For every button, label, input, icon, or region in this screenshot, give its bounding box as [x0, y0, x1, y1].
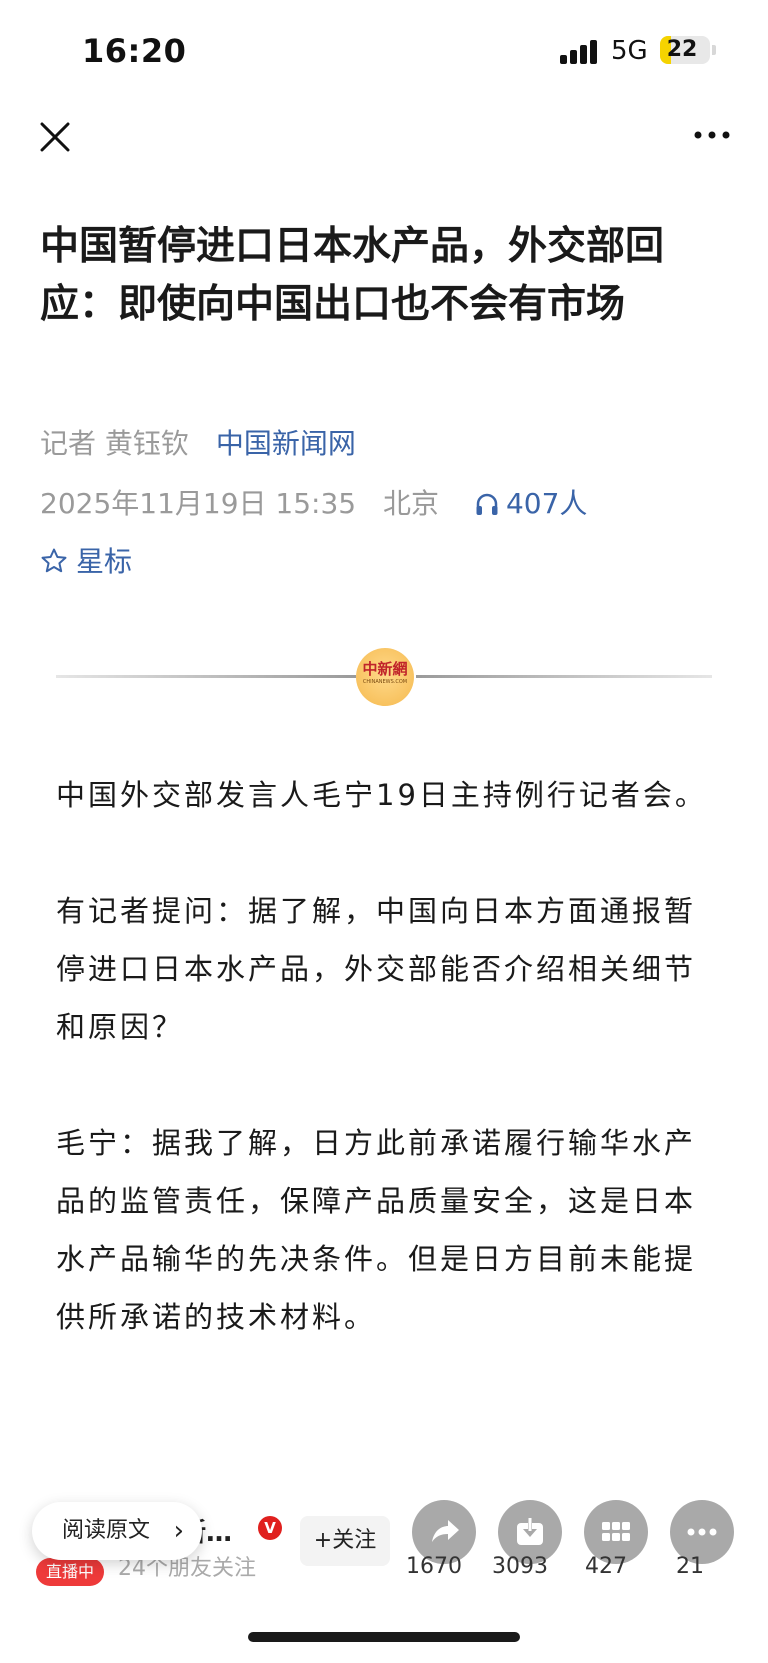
publish-info: 2025年11月19日 15:35 北京 407人: [40, 482, 587, 522]
battery-level: 22: [666, 37, 698, 62]
share-count: 1670: [406, 1554, 462, 1579]
star-label: 星标: [76, 545, 133, 578]
apps-count: 427: [585, 1554, 627, 1579]
logo-text-cn: 中新網: [362, 660, 408, 678]
paragraph: 毛宁：据我了解，日方此前承诺履行输华水产品的监管责任，保障产品质量安全，这是日本…: [56, 1126, 697, 1334]
ellipsis-icon: [687, 1528, 717, 1536]
listen-button[interactable]: 407人: [474, 482, 587, 522]
listener-count: 407人: [505, 487, 588, 520]
read-original-label: 阅读原文: [62, 1518, 151, 1543]
battery-cap: [712, 45, 716, 55]
read-original-button[interactable]: 阅读原文 ›: [32, 1502, 202, 1560]
more-icon: [694, 131, 730, 139]
paragraph: 有记者提问：据了解，中国向日本方面通报暂停进口日本水产品，外交部能否介绍相关细节…: [56, 894, 697, 1044]
share-icon: [432, 1520, 459, 1542]
app-screen: 16:20 5G 22 中国暂停进口日本水产品，外交部回应：即使向中国出口也不会…: [0, 0, 768, 1663]
logo-text-en: CHINANEWS.COM: [362, 679, 408, 685]
close-icon: [40, 122, 70, 152]
download-icon: [517, 1517, 543, 1545]
close-button[interactable]: [36, 118, 76, 158]
status-bar: 16:20 5G 22: [0, 0, 768, 100]
source-link[interactable]: 中国新闻网: [216, 427, 356, 460]
reporter: 记者 黄钰钦: [40, 427, 189, 460]
home-indicator[interactable]: [248, 1632, 520, 1642]
chinanews-logo: 中新網 CHINANEWS.COM: [356, 648, 414, 706]
verified-badge: V: [258, 1516, 282, 1540]
more-options-button[interactable]: [690, 118, 738, 158]
star-icon: [41, 548, 67, 573]
divider-right: [416, 675, 712, 678]
publish-date: 2025年11月19日 15:35: [40, 487, 357, 520]
star-button[interactable]: 星标: [40, 540, 132, 580]
live-badge[interactable]: 直播中: [36, 1558, 105, 1586]
battery-icon: 22: [660, 36, 710, 64]
byline: 记者 黄钰钦 中国新闻网: [40, 422, 356, 462]
grid-icon: [602, 1522, 630, 1541]
article-body: 中国外交部发言人毛宁19日主持例行记者会。 有记者提问：据了解，中国向日本方面通…: [56, 766, 716, 1404]
signal-icon: [560, 40, 598, 64]
headphones-icon: [476, 493, 498, 515]
divider-left: [56, 675, 356, 678]
publish-location: 北京: [383, 487, 440, 520]
paragraph: 中国外交部发言人毛宁19日主持例行记者会。: [56, 778, 707, 812]
follow-button[interactable]: +关注: [300, 1516, 390, 1566]
article-title: 中国暂停进口日本水产品，外交部回应：即使向中国出口也不会有市场: [40, 224, 665, 327]
chevron-right-icon: ›: [173, 1516, 184, 1546]
save-count: 3093: [492, 1554, 548, 1579]
network-type: 5G: [611, 36, 648, 66]
status-time: 16:20: [82, 32, 187, 70]
more-count: 21: [676, 1554, 704, 1579]
